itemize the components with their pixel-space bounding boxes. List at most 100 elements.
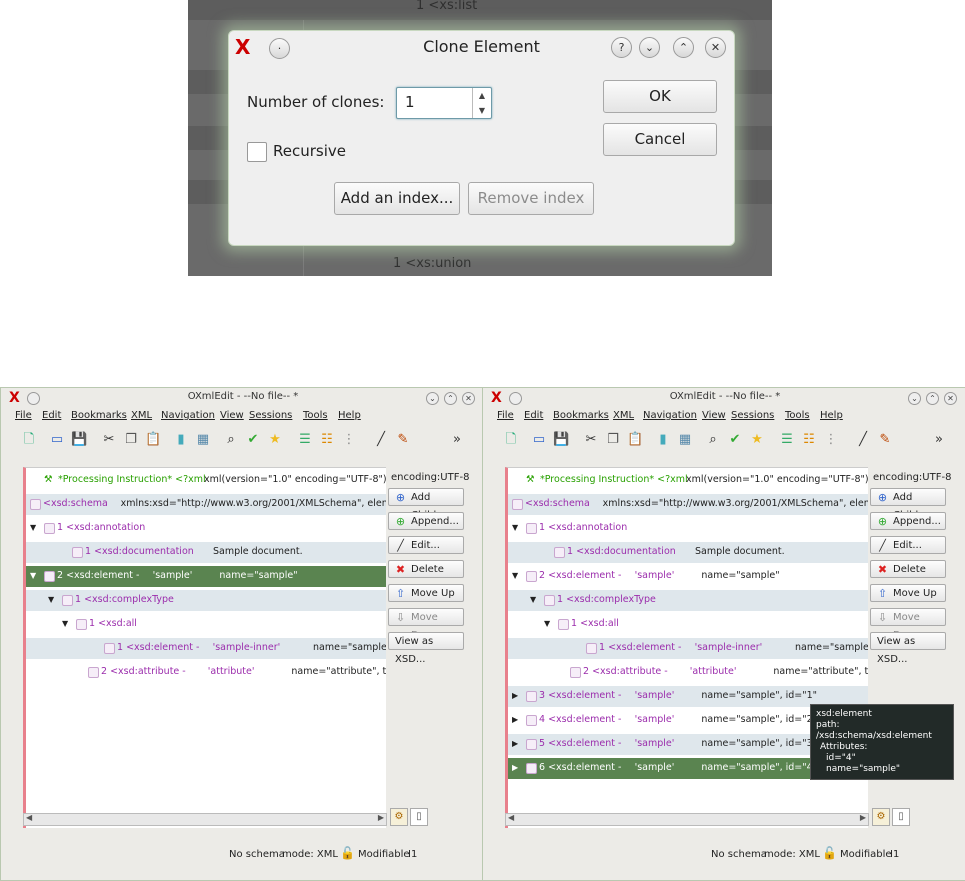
edit-pen-icon[interactable]: ╱ — [373, 432, 389, 448]
bookmark-star-icon[interactable]: ★ — [749, 432, 765, 448]
expanded-arrow-icon[interactable]: ▼ — [512, 523, 518, 532]
maximize-button[interactable]: ⌃ — [926, 392, 939, 405]
remove-index-button[interactable]: Remove index — [468, 182, 594, 215]
tree-icon[interactable]: ⋮ — [341, 432, 357, 448]
window-titlebar[interactable]: X OXmlEdit - --No file-- * ⌄ ⌃ ✕ — [1, 388, 485, 408]
validate-icon[interactable]: ▮ — [173, 432, 189, 448]
tree-row[interactable]: 1 <xsd:element - 'sample-inner' name="samp… — [26, 638, 386, 659]
edit-pen-icon[interactable]: ╱ — [855, 432, 871, 448]
expanded-arrow-icon[interactable]: ▼ — [544, 619, 550, 628]
minimize-button[interactable]: ⌄ — [426, 392, 439, 405]
check-icon[interactable]: ✔ — [727, 432, 743, 448]
number-of-clones-spinbox[interactable]: 1 ▲ ▼ — [396, 87, 492, 119]
menu-bookmarks[interactable]: Bookmarks — [71, 410, 127, 421]
help-button[interactable]: ? — [611, 37, 632, 58]
menu-xml[interactable]: XML — [131, 410, 152, 421]
append-button[interactable]: ⊕ Append... — [388, 512, 464, 530]
tree-expand-icon[interactable]: ☰ — [297, 432, 313, 448]
tree-expand-icon[interactable]: ☰ — [779, 432, 795, 448]
find-icon[interactable]: ⌕ — [705, 432, 721, 448]
menu-edit[interactable]: Edit — [42, 410, 61, 421]
edit-button[interactable]: ╱ Edit... — [388, 536, 464, 554]
view-as-xsd-button[interactable]: View as XSD... — [388, 632, 464, 665]
tree-row[interactable]: ▼ 1 <xsd:complexType — [26, 590, 386, 611]
move-down-button[interactable]: ⇩Move Down — [388, 608, 464, 641]
move-up-button[interactable]: ⇧ Move Up — [870, 584, 946, 602]
tree-row[interactable]: ▼ 2 <xsd:element - 'sample' name="sample" — [26, 566, 386, 587]
cut-icon[interactable]: ✂ — [583, 432, 599, 448]
menu-view[interactable]: View — [220, 410, 244, 421]
tree-row[interactable]: 1 <xsd:documentation Sample document. — [26, 542, 386, 563]
tree-row[interactable]: 1 <xsd:element - 'sample-inner' name="samp… — [508, 638, 868, 659]
expanded-arrow-icon[interactable]: ▼ — [512, 571, 518, 580]
toolbar-overflow-icon[interactable]: » — [449, 432, 465, 448]
tree-row[interactable]: 2 <xsd:attribute - 'attribute' name="attri… — [508, 662, 868, 683]
menu-file[interactable]: File — [15, 410, 32, 421]
maximize-button[interactable]: ⌃ — [673, 37, 694, 58]
tree-row[interactable]: 2 <xsd:attribute - 'attribute' name="attri… — [26, 662, 386, 683]
tree-row[interactable]: ⚒ *Processing Instruction* <?xml xml(versi… — [26, 470, 386, 491]
tree-row[interactable]: ▼ 1 <xsd:annotation — [26, 518, 386, 539]
paste-icon[interactable]: 📋 — [145, 432, 161, 448]
xsl-icon[interactable]: ⚙ — [390, 808, 408, 826]
add-index-button[interactable]: Add an index... — [334, 182, 460, 215]
delete-button[interactable]: ✖ Delete — [388, 560, 464, 578]
move-down-button[interactable]: ⇩Move Down — [870, 608, 946, 641]
window-titlebar[interactable]: X OXmlEdit - --No file-- * ⌄ ⌃ ✕ — [483, 388, 965, 408]
xsl-icon[interactable]: ⚙ — [872, 808, 890, 826]
document-icon[interactable]: ▯ — [892, 808, 910, 826]
menu-file[interactable]: File — [497, 410, 514, 421]
scroll-left-icon[interactable]: ◀ — [26, 813, 32, 822]
spin-arrows[interactable]: ▲ ▼ — [472, 88, 491, 118]
tree-row[interactable]: ▼<xsd:schemaxmlns:xsd="http://www.w3.org… — [508, 494, 868, 515]
spin-up-icon[interactable]: ▲ — [473, 88, 491, 103]
tree-row[interactable]: ⚒ *Processing Instruction* <?xml xml(versi… — [508, 470, 868, 491]
validate-icon[interactable]: ▮ — [655, 432, 671, 448]
save-icon[interactable]: 💾 — [71, 432, 87, 448]
collapsed-arrow-icon[interactable]: ▶ — [512, 739, 518, 748]
find-icon[interactable]: ⌕ — [223, 432, 239, 448]
delete-button[interactable]: ✖ Delete — [870, 560, 946, 578]
menu-bookmarks[interactable]: Bookmarks — [553, 410, 609, 421]
tree-row[interactable]: 1 <xsd:documentation Sample document. — [508, 542, 868, 563]
xsd-icon[interactable]: ✎ — [395, 432, 411, 448]
toolbar-overflow-icon[interactable]: » — [931, 432, 947, 448]
tree-row[interactable]: ▼ 1 <xsd:all — [26, 614, 386, 635]
horizontal-scrollbar[interactable]: ◀ ▶ — [505, 813, 869, 826]
copy-icon[interactable]: ❐ — [605, 432, 621, 448]
bookmark-star-icon[interactable]: ★ — [267, 432, 283, 448]
open-icon[interactable]: ▭ — [531, 432, 547, 448]
menu-xml[interactable]: XML — [613, 410, 634, 421]
document-icon[interactable]: ▯ — [410, 808, 428, 826]
spin-down-icon[interactable]: ▼ — [473, 103, 491, 118]
menu-help[interactable]: Help — [338, 410, 361, 421]
xsd-icon[interactable]: ✎ — [877, 432, 893, 448]
recursive-checkbox[interactable] — [247, 142, 267, 162]
minimize-button[interactable]: ⌄ — [908, 392, 921, 405]
menu-view[interactable]: View — [702, 410, 726, 421]
close-button[interactable]: ✕ — [462, 392, 475, 405]
menu-sessions[interactable]: Sessions — [249, 410, 292, 421]
view-as-xsd-button[interactable]: View as XSD... — [870, 632, 946, 665]
save-icon[interactable]: 💾 — [553, 432, 569, 448]
check-icon[interactable]: ✔ — [245, 432, 261, 448]
expanded-arrow-icon[interactable]: ▼ — [30, 523, 36, 532]
table-icon[interactable]: ▦ — [677, 432, 693, 448]
minimize-button[interactable]: ⌄ — [639, 37, 660, 58]
expanded-arrow-icon[interactable]: ▼ — [530, 595, 536, 604]
copy-icon[interactable]: ❐ — [123, 432, 139, 448]
table-icon[interactable]: ▦ — [195, 432, 211, 448]
close-button[interactable]: ✕ — [705, 37, 726, 58]
tree-row[interactable]: ▼ 1 <xsd:all — [508, 614, 868, 635]
move-up-button[interactable]: ⇧ Move Up — [388, 584, 464, 602]
expanded-arrow-icon[interactable]: ▼ — [48, 595, 54, 604]
tree-row[interactable]: ▼ 2 <xsd:element - 'sample' name="sample" — [508, 566, 868, 587]
menu-sessions[interactable]: Sessions — [731, 410, 774, 421]
edit-button[interactable]: ╱ Edit... — [870, 536, 946, 554]
tree-row[interactable]: ▼ 1 <xsd:annotation — [508, 518, 868, 539]
close-button[interactable]: ✕ — [944, 392, 957, 405]
collapsed-arrow-icon[interactable]: ▶ — [512, 691, 518, 700]
maximize-button[interactable]: ⌃ — [444, 392, 457, 405]
menu-tools[interactable]: Tools — [303, 410, 328, 421]
cancel-button[interactable]: Cancel — [603, 123, 717, 156]
